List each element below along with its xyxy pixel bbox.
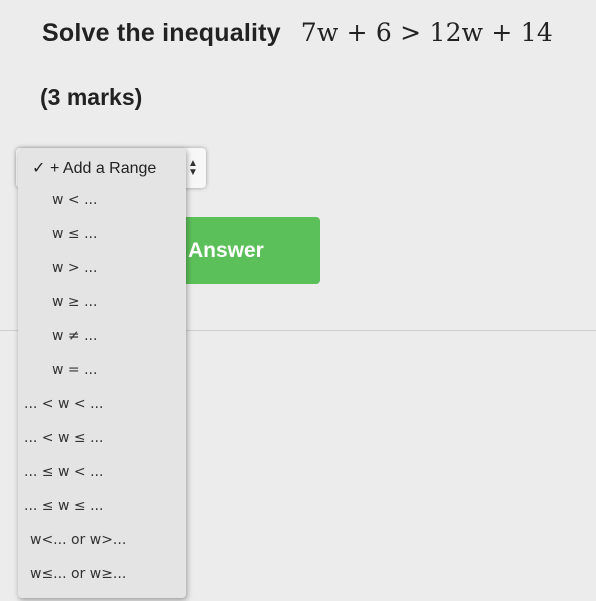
option-label: + Add a Range xyxy=(50,160,157,177)
dropdown-option[interactable]: w≤... or w≥... xyxy=(18,559,186,589)
dropdown-option[interactable]: ... < w < ... xyxy=(18,389,186,419)
option-label: ... ≤ w < ... xyxy=(24,464,104,480)
question-prefix: Solve the inequality xyxy=(42,19,281,47)
dropdown-option[interactable]: w ≥ ... xyxy=(18,287,186,317)
option-label: w < ... xyxy=(52,192,98,208)
marks-label: (3 marks) xyxy=(40,84,143,110)
dropdown-selected-option[interactable]: ✓ + Add a Range xyxy=(18,154,186,184)
question-text: Solve the inequality 7w + 6 > 12w + 14 xyxy=(42,18,553,48)
option-label: w≤... or w≥... xyxy=(30,566,127,582)
option-label: w ≥ ... xyxy=(52,294,98,310)
option-label: ... ≤ w ≤ ... xyxy=(24,498,104,514)
option-label: ... < w < ... xyxy=(24,396,104,412)
range-dropdown: ✓ + Add a Range w < ... w ≤ ... w > ... … xyxy=(18,148,186,598)
dropdown-option[interactable]: w < ... xyxy=(18,185,186,215)
option-label: w<... or w>... xyxy=(30,532,127,548)
dropdown-option[interactable]: ... ≤ w ≤ ... xyxy=(18,491,186,521)
dropdown-option[interactable]: w ≤ ... xyxy=(18,219,186,249)
option-label: w ≠ ... xyxy=(52,328,98,344)
dropdown-option[interactable]: w = ... xyxy=(18,355,186,385)
option-label: ... < w ≤ ... xyxy=(24,430,104,446)
check-icon: ✓ xyxy=(32,160,46,177)
option-label: w = ... xyxy=(52,362,98,378)
option-label: w ≤ ... xyxy=(52,226,98,242)
option-label: w > ... xyxy=(52,260,98,276)
dropdown-option[interactable]: ... < w ≤ ... xyxy=(18,423,186,453)
dropdown-option[interactable]: w > ... xyxy=(18,253,186,283)
dropdown-option[interactable]: ... ≤ w < ... xyxy=(18,457,186,487)
dropdown-option[interactable]: w ≠ ... xyxy=(18,321,186,351)
dropdown-option[interactable]: w<... or w>... xyxy=(18,525,186,555)
inequality-expression: 7w + 6 > 12w + 14 xyxy=(300,18,553,47)
select-arrows-icon: ▲ ▼ xyxy=(188,158,198,178)
